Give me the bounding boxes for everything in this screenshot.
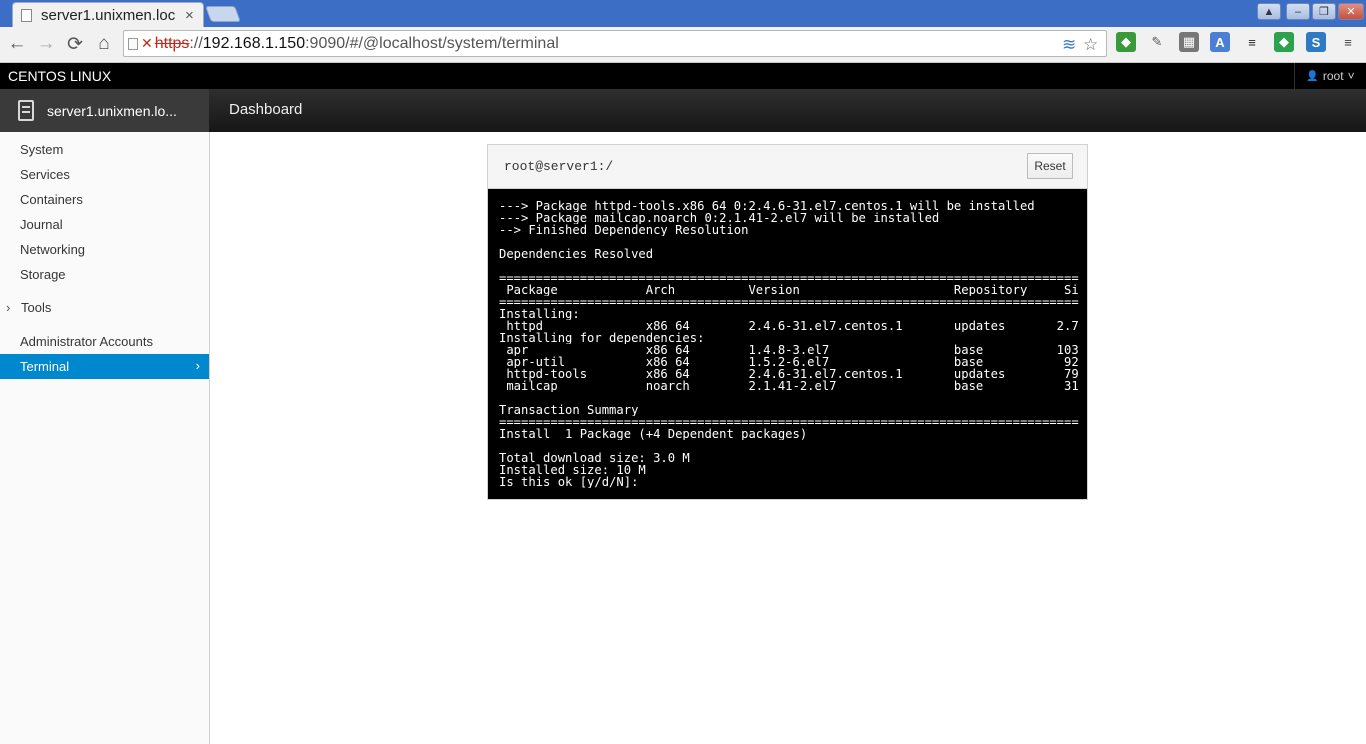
host-name: server1.unixmen.lo... xyxy=(47,102,177,119)
terminal-line: ---> Package httpd-tools.x86_64 0:2.4.6-… xyxy=(499,200,1035,212)
profile-button[interactable]: ▲ xyxy=(1257,3,1281,20)
sidebar-item-system[interactable]: System xyxy=(0,137,209,162)
new-tab-button[interactable] xyxy=(205,6,241,22)
terminal-title: root@server1:/ xyxy=(504,159,614,174)
terminal-line: --> Finished Dependency Resolution xyxy=(499,224,749,236)
bookmark-star-icon[interactable]: ☆ xyxy=(1083,35,1098,55)
url-host: 192.168.1.150 xyxy=(202,34,306,52)
sidebar-item-label: Administrator Accounts xyxy=(20,334,153,349)
forward-icon[interactable]: → xyxy=(34,32,58,56)
terminal-line: mailcap noarch 2.1.41-2.el7 base 31 k xyxy=(499,380,1079,392)
chevron-right-icon: › xyxy=(195,358,200,373)
brand-title: CENTOS LINUX xyxy=(8,68,112,84)
sidebar-item-journal[interactable]: Journal xyxy=(0,212,209,237)
sidebar-item-label: Services xyxy=(20,167,70,182)
chevron-right-icon: › xyxy=(6,300,11,315)
window-close-button[interactable]: ✕ xyxy=(1338,3,1364,20)
extension-feedly-icon[interactable]: ◆ xyxy=(1274,32,1294,52)
user-icon: 👤 xyxy=(1306,70,1319,82)
host-bar: server1.unixmen.lo... Dashboard xyxy=(0,89,1366,132)
terminal-line: ---> Package mailcap.noarch 0:2.1.41-2.e… xyxy=(499,212,940,224)
back-icon[interactable]: ← xyxy=(5,32,29,56)
close-icon[interactable]: × xyxy=(185,7,194,24)
extension-s-icon[interactable]: S xyxy=(1306,32,1326,52)
url-separator: :// xyxy=(189,34,203,52)
terminal-line: Installed size: 10 M xyxy=(499,464,646,476)
minimize-button[interactable]: – xyxy=(1286,3,1310,20)
sidebar-item-containers[interactable]: Containers xyxy=(0,187,209,212)
sidebar-item-services[interactable]: Services xyxy=(0,162,209,187)
sidebar-item-label: System xyxy=(20,142,64,157)
extension-translate-icon[interactable]: A xyxy=(1210,32,1230,52)
extension-green-icon[interactable]: ◆ xyxy=(1116,32,1136,52)
sidebar-item-storage[interactable]: Storage xyxy=(0,262,209,287)
extension-wrench-icon[interactable]: ✎ xyxy=(1147,32,1167,52)
terminal-line: Install 1 Package (+4 Dependent packages… xyxy=(499,428,808,440)
browser-tab[interactable]: server1.unixmen.loc × xyxy=(12,2,204,27)
chevron-down-icon: ˅ xyxy=(1347,69,1355,83)
browser-toolbar: ← → ⟳ ⌂ ✕ https :// 192.168.1.150 :9090/… xyxy=(0,27,1366,63)
terminal-line: ========================================… xyxy=(499,416,1079,428)
terminal-line: httpd-tools x86_64 2.4.6-31.el7.centos.1… xyxy=(499,368,1079,380)
terminal-panel: root@server1:/ Reset ---> Package httpd-… xyxy=(487,144,1088,500)
sidebar-item-label: Journal xyxy=(20,217,63,232)
sidebar-item-terminal[interactable]: Terminal › xyxy=(0,354,209,379)
extension-layers-icon[interactable]: ≡ xyxy=(1242,32,1262,52)
user-name: root xyxy=(1322,69,1344,83)
terminal-screen[interactable]: ---> Package httpd-tools.x86_64 0:2.4.6-… xyxy=(499,200,1079,492)
user-menu[interactable]: 👤 root ˅ xyxy=(1294,63,1366,89)
menu-icon[interactable]: ≡ xyxy=(1338,32,1358,52)
sidebar-item-label: Terminal xyxy=(20,359,70,374)
tab-title: server1.unixmen.loc xyxy=(41,6,176,24)
terminal-line: Transaction Summary xyxy=(499,404,639,416)
insecure-x-icon: ✕ xyxy=(141,35,153,51)
sidebar-item-label: Storage xyxy=(20,267,66,282)
terminal-line: apr-util x86_64 1.5.2-6.el7 base 92 k xyxy=(499,356,1079,368)
terminal-line: apr x86_64 1.4.8-3.el7 base 103 k xyxy=(499,344,1079,356)
cockpit-topbar: CENTOS LINUX 👤 root ˅ xyxy=(0,63,1366,89)
url-scheme: https xyxy=(154,34,190,52)
address-bar[interactable]: ✕ https :// 192.168.1.150 :9090/#/@local… xyxy=(123,30,1107,57)
terminal-line: ========================================… xyxy=(499,296,1079,308)
insecure-lock-icon xyxy=(128,37,138,50)
terminal-header: root@server1:/ Reset xyxy=(488,145,1087,189)
browser-tabstrip: server1.unixmen.loc × ▲ – ❐ ✕ xyxy=(0,0,1366,27)
terminal-line: Total download size: 3.0 M xyxy=(499,452,690,464)
sidebar-item-label: Networking xyxy=(20,242,86,257)
server-icon xyxy=(18,100,34,121)
sidebar-item-tools[interactable]: › Tools xyxy=(0,295,209,320)
sidebar-item-label: Containers xyxy=(20,192,83,207)
sidebar-item-label: Tools xyxy=(21,300,52,315)
terminal-line: Installing for dependencies: xyxy=(499,332,705,344)
sidebar-item-administrator-accounts[interactable]: Administrator Accounts xyxy=(0,329,209,354)
page-icon xyxy=(21,8,32,22)
maximize-button[interactable]: ❐ xyxy=(1312,3,1336,20)
terminal-line: Dependencies Resolved xyxy=(499,248,654,260)
terminal-line: httpd x86_64 2.4.6-31.el7.centos.1 updat… xyxy=(499,320,1079,332)
extension-keyboard-icon[interactable]: ▦ xyxy=(1179,32,1199,52)
reload-icon[interactable]: ⟳ xyxy=(63,32,87,56)
home-icon[interactable]: ⌂ xyxy=(92,32,116,56)
host-switcher[interactable]: server1.unixmen.lo... xyxy=(0,89,209,132)
terminal-line: Package Arch Version Repository Size xyxy=(499,284,1079,296)
reset-button[interactable]: Reset xyxy=(1027,153,1073,179)
dashboard-link[interactable]: Dashboard xyxy=(229,101,302,118)
sidebar: System Services Containers Journal Netwo… xyxy=(0,132,210,744)
stack-icon[interactable]: ≋ xyxy=(1062,35,1076,55)
sidebar-item-networking[interactable]: Networking xyxy=(0,237,209,262)
terminal-line: Is this ok [y/d/N]: xyxy=(499,476,639,488)
terminal-line: Installing: xyxy=(499,308,580,320)
terminal-line: ========================================… xyxy=(499,272,1079,284)
url-path: :9090/#/@localhost/system/terminal xyxy=(305,34,559,52)
